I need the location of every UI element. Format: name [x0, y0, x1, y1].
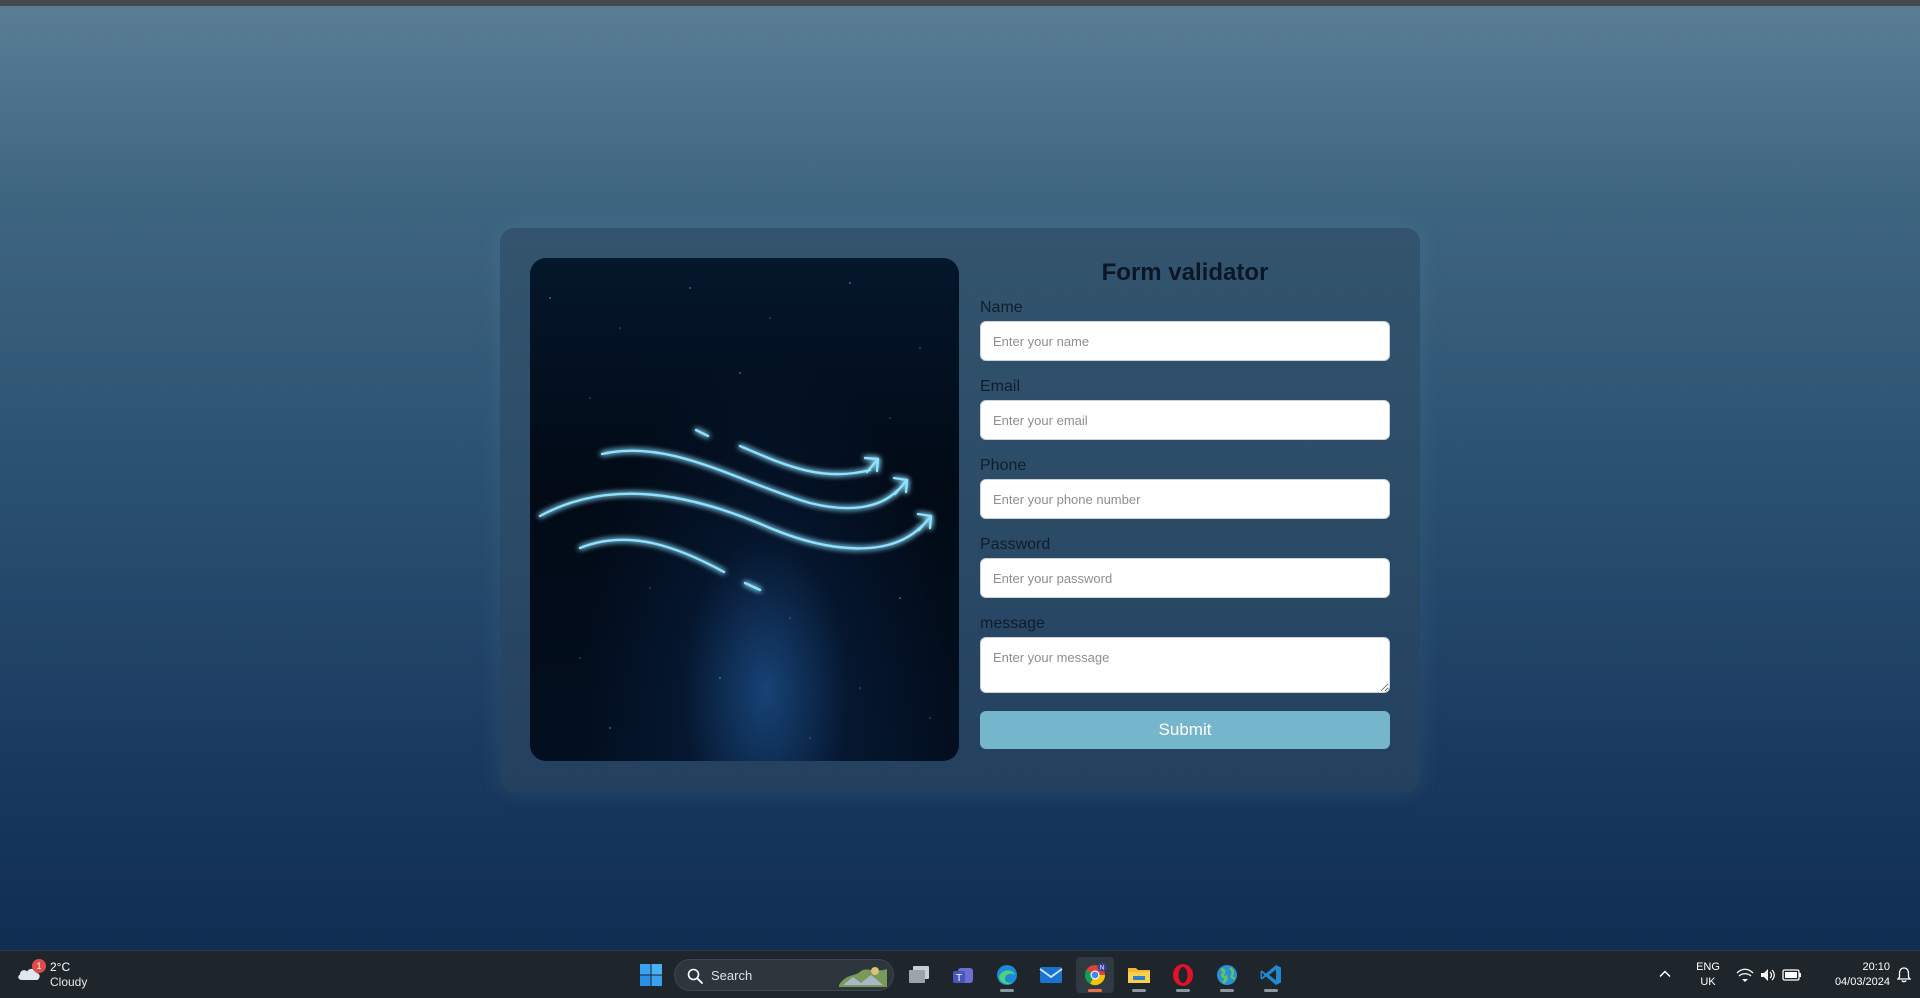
- clock-date: 04/03/2024: [1834, 976, 1890, 988]
- form-panel: Form validator Name Email Phone Password…: [980, 258, 1390, 749]
- notification-bell-icon[interactable]: [1896, 967, 1912, 983]
- wifi-icon: [1736, 968, 1754, 982]
- glowing-arrows-illustration: [538, 282, 933, 739]
- message-label: message: [980, 615, 1045, 632]
- opera-icon[interactable]: [1164, 957, 1202, 993]
- phone-label: Phone: [980, 457, 1027, 474]
- email-input[interactable]: [980, 400, 1390, 440]
- teams-icon[interactable]: T: [944, 957, 982, 993]
- password-input[interactable]: [980, 558, 1390, 598]
- chrome-icon[interactable]: N: [1076, 957, 1114, 993]
- clock-time: 20:10: [1862, 961, 1890, 973]
- language-indicator[interactable]: ENG UK: [1690, 960, 1726, 990]
- chevron-up-icon[interactable]: [1658, 967, 1672, 981]
- weather-condition: Cloudy: [50, 975, 88, 989]
- task-view-icon[interactable]: [900, 957, 938, 993]
- submit-button[interactable]: Submit: [980, 711, 1390, 749]
- mail-icon[interactable]: [1032, 957, 1070, 993]
- taskbar: 1 2°C Cloudy Search T N ENG UK 20:10 04/…: [0, 950, 1920, 998]
- search-label: Search: [711, 968, 753, 983]
- clock[interactable]: 20:10 04/03/2024: [1810, 960, 1890, 990]
- email-label: Email: [980, 378, 1021, 395]
- browser-globe-icon[interactable]: [1208, 957, 1246, 993]
- form-card: Form validator Name Email Phone Password…: [500, 228, 1420, 792]
- volume-icon: [1761, 969, 1775, 981]
- search-highlight-icon: [839, 967, 887, 987]
- weather-badge: 1: [32, 959, 46, 973]
- edge-icon[interactable]: [988, 957, 1026, 993]
- name-label: Name: [980, 299, 1023, 316]
- form-title: Form validator: [1101, 259, 1269, 286]
- message-textarea[interactable]: [980, 637, 1390, 693]
- name-input[interactable]: [980, 321, 1390, 361]
- network-volume-battery-icons[interactable]: [1736, 965, 1806, 985]
- weather-widget[interactable]: 1 2°C Cloudy: [16, 959, 106, 991]
- search-icon: [687, 968, 703, 984]
- phone-input[interactable]: [980, 479, 1390, 519]
- window-top-border: [0, 0, 1920, 6]
- windows-start-icon[interactable]: [632, 957, 670, 993]
- decorative-image: [530, 258, 959, 761]
- language-region: UK: [1700, 976, 1716, 988]
- language-code: ENG: [1696, 961, 1720, 973]
- chrome-profile-badge: N: [1100, 966, 1104, 972]
- svg-text:T: T: [956, 973, 962, 984]
- file-explorer-icon[interactable]: [1120, 957, 1158, 993]
- weather-temp: 2°C: [50, 960, 71, 974]
- vscode-icon[interactable]: [1252, 957, 1290, 993]
- battery-icon: [1782, 969, 1801, 981]
- password-label: Password: [980, 536, 1051, 553]
- taskbar-search[interactable]: Search: [674, 959, 894, 991]
